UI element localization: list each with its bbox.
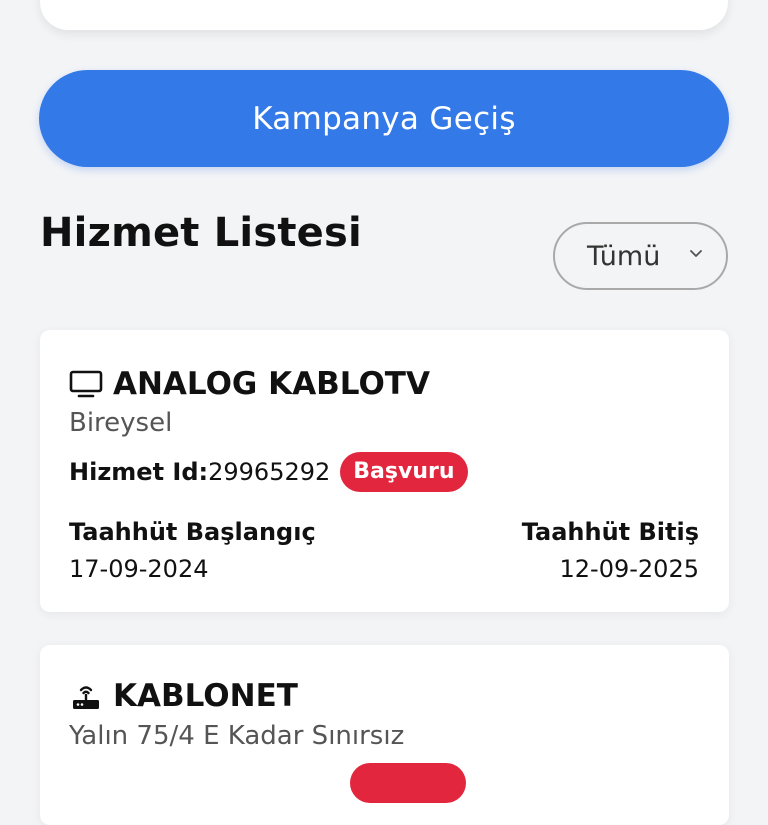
service-card-analog-kablotv[interactable]: ANALOG KABLOTV Bireysel Hizmet Id: 29965…	[40, 330, 729, 612]
router-icon	[73, 686, 99, 709]
commitment-end-label: Taahhüt Bitiş	[521, 518, 699, 546]
service-name: ANALOG KABLOTV	[113, 366, 430, 402]
service-filter-select[interactable]: Tümü	[553, 222, 728, 290]
chevron-down-icon	[690, 250, 702, 257]
service-plan: Yalın 75/4 E Kadar Sınırsız	[69, 721, 405, 751]
service-title: KABLONET	[69, 678, 298, 714]
section-title: Hizmet Listesi	[40, 210, 362, 256]
service-id-value: 29965292	[208, 458, 331, 486]
service-name: KABLONET	[113, 678, 298, 714]
filter-selected-value: Tümü	[587, 240, 661, 272]
top-card	[40, 0, 728, 30]
service-id-row: Hizmet Id: 29965292 Başvuru	[69, 452, 468, 492]
service-title: ANALOG KABLOTV	[69, 366, 430, 402]
status-badge: Başvuru	[340, 452, 468, 492]
commitment-start-date: 17-09-2024	[69, 555, 209, 583]
commitment-end-date: 12-09-2025	[559, 555, 699, 583]
commitment-start-label: Taahhüt Başlangıç	[69, 518, 316, 546]
campaign-switch-button[interactable]: Kampanya Geçiş	[39, 70, 729, 167]
status-badge	[350, 763, 466, 803]
service-id-label: Hizmet Id:	[69, 458, 209, 486]
service-card-kablonet[interactable]: KABLONET Yalın 75/4 E Kadar Sınırsız	[40, 645, 729, 825]
tv-icon	[69, 370, 103, 398]
service-plan: Bireysel	[69, 408, 173, 438]
